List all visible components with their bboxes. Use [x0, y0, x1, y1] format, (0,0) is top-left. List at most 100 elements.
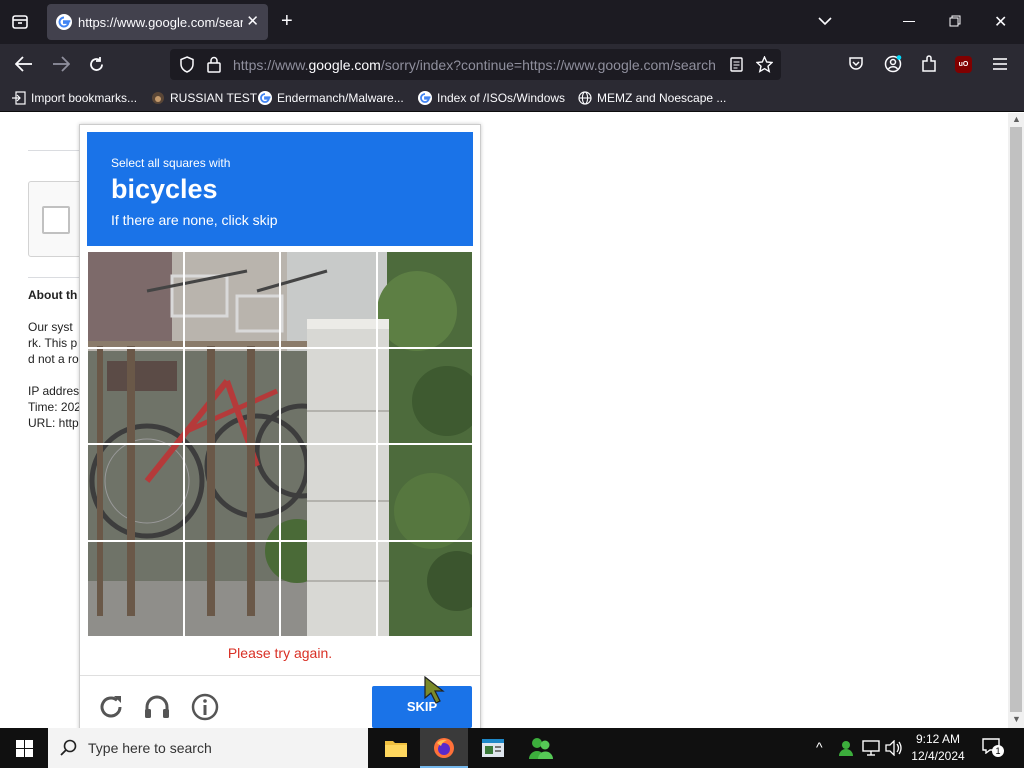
bookmark-favicon-icon	[152, 92, 164, 104]
google-favicon-icon	[258, 91, 272, 105]
taskbar-app-window[interactable]	[470, 728, 516, 768]
ip-address-label: IP addres	[28, 384, 80, 398]
bookmark-label: Index of /ISOs/Windows	[437, 91, 566, 105]
challenge-tile[interactable]	[87, 540, 184, 637]
bookmark-label: Import bookmarks...	[31, 91, 138, 105]
scroll-thumb[interactable]	[1010, 127, 1022, 712]
challenge-tile[interactable]	[280, 251, 377, 348]
account-icon[interactable]	[884, 55, 902, 73]
url-text[interactable]: https://www.google.com/sorry/index?conti…	[233, 57, 716, 73]
tab-close-icon[interactable]: ✕	[246, 12, 259, 30]
challenge-tile[interactable]	[87, 444, 184, 541]
scroll-down-icon[interactable]: ▼	[1012, 714, 1021, 724]
search-icon	[60, 739, 77, 756]
restore-icon[interactable]	[949, 15, 961, 27]
challenge-tile[interactable]	[87, 251, 184, 348]
challenge-tile[interactable]	[376, 347, 473, 444]
tab-bar: https://www.google.com/search ✕ + ✕	[0, 0, 1024, 44]
taskbar-app-users[interactable]	[518, 728, 564, 768]
bookmark-endermanch[interactable]: Endermanch/Malware...	[258, 91, 404, 105]
challenge-tile[interactable]	[280, 540, 377, 637]
windows-start-icon[interactable]	[16, 740, 33, 757]
challenge-tile[interactable]	[183, 347, 280, 444]
body-line: rk. This p	[28, 336, 78, 350]
tab-google[interactable]: https://www.google.com/search ✕	[47, 4, 268, 40]
search-placeholder: Type here to search	[88, 740, 212, 756]
page-scrollbar[interactable]: ▲ ▼	[1008, 113, 1024, 728]
challenge-tile[interactable]	[183, 444, 280, 541]
ublock-origin-icon[interactable]: uO	[955, 56, 972, 73]
back-icon[interactable]	[15, 56, 33, 72]
globe-icon	[578, 91, 592, 105]
challenge-tile[interactable]	[280, 347, 377, 444]
challenge-header: Select all squares with bicycles If ther…	[87, 132, 473, 246]
reader-view-icon[interactable]	[730, 57, 743, 72]
cursor-icon	[424, 676, 445, 704]
challenge-tile[interactable]	[183, 251, 280, 348]
challenge-tile[interactable]	[280, 444, 377, 541]
scroll-up-icon[interactable]: ▲	[1012, 114, 1021, 124]
tray-volume-icon[interactable]	[885, 740, 903, 756]
import-icon	[12, 91, 26, 105]
google-favicon-icon	[56, 14, 72, 30]
taskbar-file-explorer[interactable]	[372, 728, 418, 768]
pocket-icon[interactable]	[848, 56, 864, 72]
tray-network-icon[interactable]	[862, 740, 880, 756]
help-info-icon[interactable]	[190, 692, 220, 722]
instruction-text: Select all squares with	[111, 156, 231, 170]
bookmark-label: MEMZ and Noescape ...	[597, 91, 727, 105]
bookmark-label: RUSSIAN TEST	[170, 91, 258, 105]
firefox-view-icon[interactable]	[11, 13, 29, 31]
bookmark-memz[interactable]: MEMZ and Noescape ...	[578, 91, 726, 105]
folder-icon	[385, 741, 407, 757]
skip-button[interactable]: SKIP	[372, 686, 472, 728]
tray-clock[interactable]: 9:12 AM 12/4/2024	[908, 731, 968, 765]
skip-hint: If there are none, click skip	[111, 212, 278, 228]
users-icon	[529, 738, 553, 759]
lock-icon[interactable]	[207, 56, 221, 73]
recaptcha-checkbox[interactable]	[42, 206, 70, 234]
menu-hamburger-icon[interactable]	[993, 58, 1007, 70]
url-prefix: https://www.	[233, 57, 309, 73]
reload-icon[interactable]	[88, 56, 105, 73]
app-window-icon	[482, 739, 504, 757]
body-line: Our syst	[28, 320, 73, 334]
about-heading: About th	[28, 288, 78, 302]
challenge-tile[interactable]	[376, 251, 473, 348]
forward-icon[interactable]	[52, 56, 70, 72]
taskbar-search-box[interactable]: Type here to search	[48, 728, 368, 768]
navigation-toolbar: https://www.google.com/sorry/index?conti…	[0, 44, 1024, 86]
challenge-tile[interactable]	[87, 347, 184, 444]
challenge-tile[interactable]	[183, 540, 280, 637]
bookmark-label: Endermanch/Malware...	[277, 91, 404, 105]
new-tab-icon[interactable]: +	[281, 10, 293, 33]
body-line: d not a ro	[28, 352, 79, 366]
minimize-icon[interactable]	[903, 21, 915, 23]
tab-title: https://www.google.com/search	[78, 15, 243, 30]
audio-challenge-icon[interactable]	[142, 692, 172, 722]
time-label: Time: 202	[28, 400, 81, 414]
bookmark-star-icon[interactable]	[756, 56, 773, 73]
list-all-tabs-icon[interactable]	[818, 16, 832, 26]
notification-count: 1	[992, 745, 1004, 757]
bookmark-import[interactable]: Import bookmarks...	[12, 91, 137, 105]
tray-show-hidden-icon[interactable]: ^	[816, 739, 823, 755]
url-path: /sorry/index?continue=https://www.google…	[380, 57, 716, 73]
close-window-icon[interactable]: ✕	[994, 12, 1007, 32]
reload-challenge-icon[interactable]	[96, 692, 126, 722]
bookmarks-toolbar: Import bookmarks... RUSSIAN TEST Enderma…	[0, 86, 1024, 112]
error-message: Please try again.	[227, 645, 333, 661]
bookmark-russian-test[interactable]: RUSSIAN TEST	[151, 91, 257, 105]
tracking-protection-shield-icon[interactable]	[179, 56, 195, 73]
action-center-button[interactable]: 1	[980, 736, 1006, 760]
taskbar-firefox[interactable]	[420, 728, 468, 768]
recaptcha-challenge: Select all squares with bicycles If ther…	[79, 124, 481, 739]
url-domain: google.com	[308, 57, 381, 73]
url-bar[interactable]: https://www.google.com/sorry/index?conti…	[170, 49, 781, 80]
challenge-tile[interactable]	[376, 540, 473, 637]
tray-user-icon[interactable]	[838, 740, 854, 756]
extensions-icon[interactable]	[921, 55, 937, 73]
challenge-tile[interactable]	[376, 444, 473, 541]
footer-divider	[80, 675, 480, 676]
bookmark-index-isos[interactable]: Index of /ISOs/Windows	[418, 91, 565, 105]
